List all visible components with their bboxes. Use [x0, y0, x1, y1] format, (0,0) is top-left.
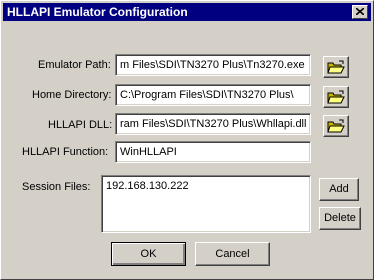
hllapi-dll-label: HLLAPI DLL: [48, 119, 113, 131]
emulator-path-field[interactable]: m Files\SDI\TN3270 Plus\Tn3270.exe [115, 54, 311, 76]
home-directory-label: Home Directory: [32, 89, 112, 101]
browse-emulator-path-button[interactable] [323, 56, 349, 78]
home-directory-field[interactable]: C:\Program Files\SDI\TN3270 Plus\ [115, 84, 311, 106]
delete-button[interactable]: Delete [319, 207, 361, 230]
open-folder-icon [327, 119, 345, 133]
close-icon [356, 8, 364, 15]
session-files-label: Session Files: [22, 181, 91, 193]
emulator-path-label: Emulator Path: [38, 59, 111, 71]
close-button[interactable] [352, 5, 368, 19]
cancel-button[interactable]: Cancel [195, 242, 270, 266]
dialog-window: HLLAPI Emulator Configuration Emulator P… [0, 0, 374, 280]
window-title: HLLAPI Emulator Configuration [7, 5, 188, 19]
open-folder-icon [327, 60, 345, 74]
list-item[interactable]: 192.168.130.222 [106, 179, 306, 193]
ok-button[interactable]: OK [111, 242, 186, 266]
title-bar[interactable]: HLLAPI Emulator Configuration [3, 3, 371, 21]
hllapi-dll-field[interactable]: ram Files\SDI\TN3270 Plus\Whllapi.dll [115, 113, 311, 135]
browse-hllapi-dll-button[interactable] [323, 115, 349, 137]
session-files-list[interactable]: 192.168.130.222 [101, 175, 311, 233]
open-folder-icon [327, 90, 345, 104]
hllapi-function-field[interactable]: WinHLLAPI [115, 141, 311, 163]
browse-home-directory-button[interactable] [323, 86, 349, 108]
add-button[interactable]: Add [319, 178, 359, 201]
hllapi-function-label: HLLAPI Function: [22, 146, 109, 158]
